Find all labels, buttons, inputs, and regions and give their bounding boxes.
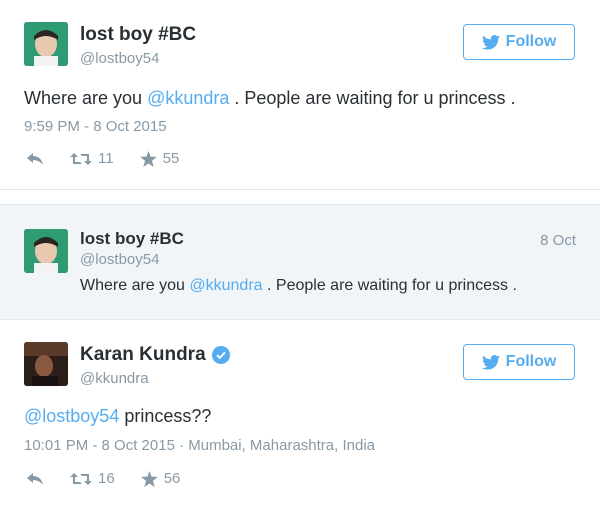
- user-name[interactable]: Karan Kundra: [80, 344, 230, 366]
- favorite-count: 56: [163, 470, 181, 487]
- reply-icon: [27, 472, 43, 485]
- tweet-text: Where are you @kkundra . People are wait…: [24, 88, 516, 108]
- tweet-actions: 16 56: [26, 470, 206, 487]
- mention-link[interactable]: @kkundra: [147, 88, 229, 108]
- retweet-count: 11: [98, 150, 114, 167]
- reply-button[interactable]: [26, 472, 44, 486]
- user-handle[interactable]: @kkundra: [80, 370, 149, 387]
- follow-label: Follow: [505, 33, 557, 50]
- tweet-timestamp[interactable]: 10:01 PM - 8 Oct 2015: [24, 437, 175, 454]
- retweet-count: 16: [98, 470, 115, 487]
- star-icon: [139, 150, 157, 167]
- retweet-button[interactable]: 11: [70, 150, 114, 167]
- bird-icon: [481, 34, 500, 50]
- reply-button[interactable]: [26, 152, 44, 166]
- tweet-date[interactable]: 8 Oct: [540, 232, 576, 249]
- tweet-card: Karan Kundra @kkundra Follow @lostboy54 …: [0, 320, 600, 507]
- avatar[interactable]: [24, 342, 68, 386]
- avatar[interactable]: [24, 22, 68, 66]
- retweet-icon: [70, 472, 92, 485]
- tweet-actions: 11 55: [26, 150, 205, 167]
- verified-badge-icon: [211, 345, 230, 364]
- favorite-button[interactable]: 55: [139, 150, 180, 167]
- follow-button[interactable]: Follow: [463, 344, 575, 380]
- retweet-icon: [70, 152, 92, 165]
- user-name[interactable]: lost boy #BC: [80, 229, 184, 249]
- tweet-location[interactable]: · Mumbai, Maharashtra, India: [175, 437, 375, 454]
- tweet-timestamp[interactable]: 9:59 PM - 8 Oct 2015: [24, 118, 167, 135]
- follow-label: Follow: [505, 353, 557, 370]
- follow-button[interactable]: Follow: [463, 24, 575, 60]
- avatar[interactable]: [24, 229, 68, 273]
- tweet-meta: 10:01 PM - 8 Oct 2015 · Mumbai, Maharash…: [24, 437, 375, 454]
- user-handle[interactable]: @lostboy54: [80, 251, 159, 268]
- favorite-button[interactable]: 56: [140, 470, 181, 487]
- star-icon: [140, 470, 158, 487]
- favorite-count: 55: [162, 150, 180, 167]
- mention-link[interactable]: @kkundra: [189, 277, 262, 294]
- user-name[interactable]: lost boy #BC: [80, 24, 196, 46]
- user-handle[interactable]: @lostboy54: [80, 50, 159, 67]
- tweet-text: Where are you @kkundra . People are wait…: [80, 277, 517, 294]
- reply-icon: [27, 152, 43, 165]
- bird-icon: [481, 354, 500, 370]
- retweet-button[interactable]: 16: [70, 470, 115, 487]
- tweet-card: lost boy #BC @lostboy54 8 Oct Where are …: [0, 204, 600, 320]
- mention-link[interactable]: @lostboy54: [24, 406, 119, 426]
- tweet-card: lost boy #BC @lostboy54 Follow Where are…: [0, 0, 600, 190]
- tweet-text: @lostboy54 princess??: [24, 406, 212, 426]
